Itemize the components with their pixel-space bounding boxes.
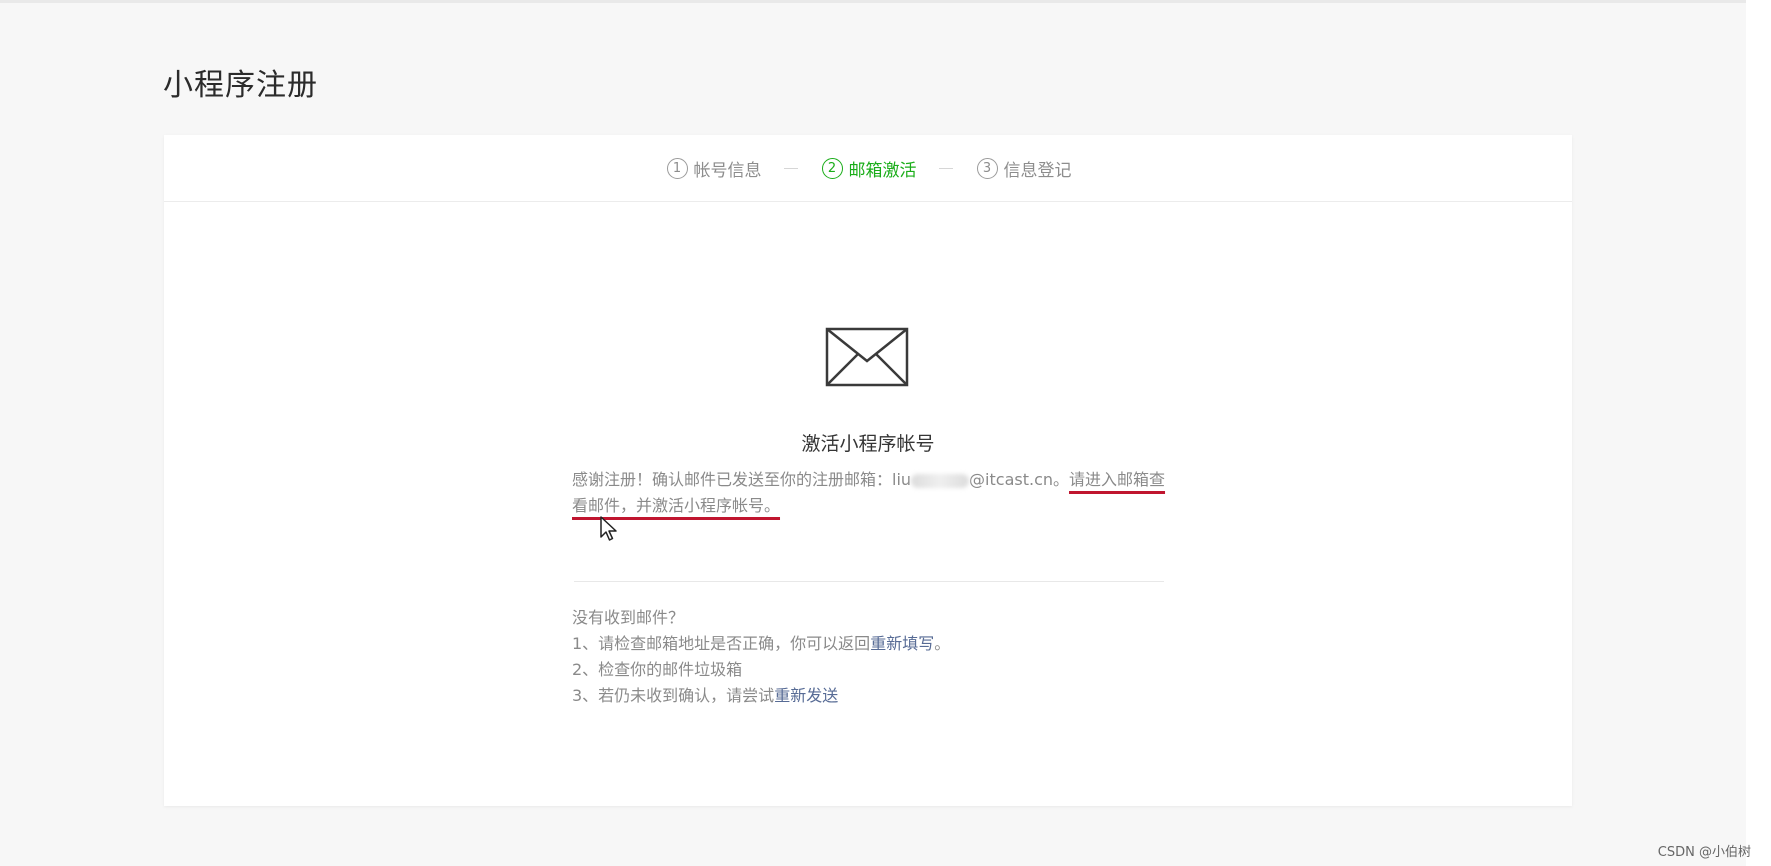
- message-mid: 。: [1053, 470, 1070, 489]
- steps-bar: 1 帐号信息 2 邮箱激活 3 信息登记: [164, 135, 1572, 202]
- help-item-3-text: 3、若仍未收到确认，请尝试: [572, 686, 775, 705]
- step-label-email-activation: 邮箱激活: [848, 160, 917, 181]
- refill-link[interactable]: 重新填写: [870, 634, 934, 653]
- help-item-1: 1、请检查邮箱地址是否正确，你可以返回重新填写。: [572, 631, 1172, 657]
- step-label-account-info: 帐号信息: [693, 160, 762, 181]
- message-prefix: 感谢注册！确认邮件已发送至你的注册邮箱：: [572, 470, 893, 489]
- activation-message: 感谢注册！确认邮件已发送至你的注册邮箱：liu @itcast.cn。请进入邮箱查…: [572, 467, 1172, 519]
- help-item-1-suffix: 。: [934, 634, 951, 653]
- registration-card: 1 帐号信息 2 邮箱激活 3 信息登记 激活小程序帐号 感谢注册！确认邮件已发…: [164, 135, 1572, 806]
- step-number-2: 2: [821, 157, 843, 179]
- right-strip: [1746, 0, 1771, 866]
- email-redacted: [911, 473, 970, 488]
- csdn-watermark: CSDN @小伯树: [1657, 845, 1751, 860]
- help-title: 没有收到邮件？: [572, 608, 685, 627]
- step-number-1: 1: [666, 157, 688, 179]
- step-account-info: 1 帐号信息: [665, 156, 762, 181]
- step-number-3: 3: [976, 157, 998, 179]
- help-section: 没有收到邮件？ 1、请检查邮箱地址是否正确，你可以返回重新填写。 2、检查你的邮…: [572, 605, 1172, 709]
- step-info-registration: 3 信息登记: [975, 156, 1072, 181]
- activation-heading: 激活小程序帐号: [801, 433, 935, 455]
- help-item-1-text: 1、请检查邮箱地址是否正确，你可以返回: [572, 634, 871, 653]
- step-separator: [783, 167, 798, 169]
- help-item-3: 3、若仍未收到确认，请尝试重新发送: [572, 683, 1172, 709]
- page-title: 小程序注册: [163, 68, 318, 103]
- email-end: @itcast.cn: [969, 470, 1053, 489]
- step-label-info-registration: 信息登记: [1003, 160, 1072, 181]
- section-divider: [574, 581, 1164, 582]
- envelope-icon: [825, 327, 909, 387]
- resend-link[interactable]: 重新发送: [774, 686, 838, 705]
- email-start: liu: [892, 470, 912, 489]
- help-item-2: 2、检查你的邮件垃圾箱: [572, 660, 743, 679]
- top-rule: [0, 0, 1771, 3]
- step-separator: [938, 167, 953, 169]
- step-email-activation: 2 邮箱激活: [820, 156, 917, 181]
- mouse-cursor-icon: [600, 516, 617, 541]
